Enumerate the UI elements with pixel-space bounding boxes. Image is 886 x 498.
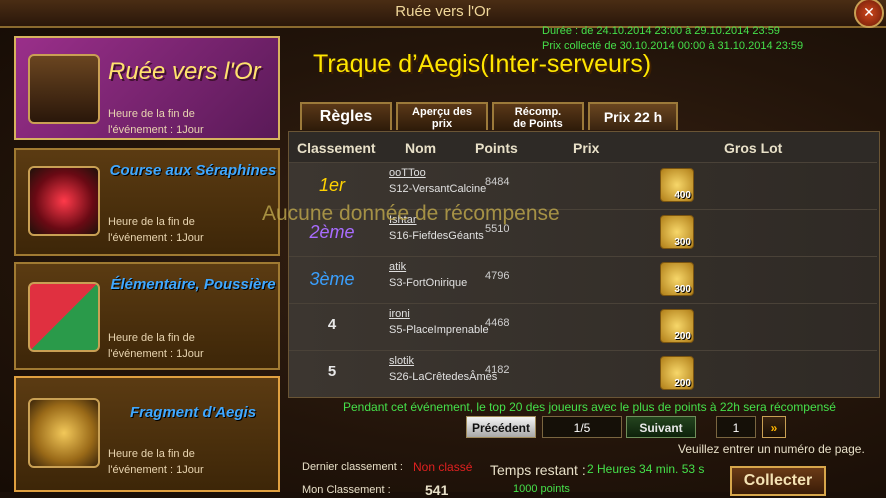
- aegis-shield-icon: [28, 398, 100, 468]
- sidebar-item-sub: Heure de la fin de: [108, 448, 195, 460]
- tab-prix-22h[interactable]: Prix 22 h: [588, 102, 678, 130]
- sidebar-item-title: Ruée vers l'Or: [108, 58, 261, 85]
- page-input-hint: Veuillez entrer un numéro de page.: [678, 442, 865, 456]
- player-points: 4796: [485, 270, 510, 282]
- player-server: S26-LaCrêtedesÂmes: [389, 371, 498, 383]
- sidebar-item-title: Élémentaire, Poussière: [110, 276, 276, 293]
- player-name-link[interactable]: slotik: [389, 355, 414, 367]
- tab-regles[interactable]: Règles: [300, 102, 392, 130]
- rank-label: 3ème: [309, 269, 355, 289]
- page-indicator: 1/5: [542, 416, 622, 438]
- prize-amount: 300: [674, 284, 691, 295]
- tab-apercu-des-prix[interactable]: Aperçu des prix: [396, 102, 488, 130]
- prize-amount: 400: [674, 190, 691, 201]
- sidebar-item-course-aux-seraphines[interactable]: Course aux Séraphines Heure de la fin de…: [14, 148, 280, 256]
- prize-amount: 200: [674, 378, 691, 389]
- time-remaining-label: Temps restant :: [490, 462, 586, 478]
- prize-amount: 200: [674, 331, 691, 342]
- player-server: S12-VersantCalcine: [389, 183, 487, 195]
- page-number-input[interactable]: 1: [716, 416, 756, 438]
- window-title: Ruée vers l'Or: [395, 3, 491, 20]
- gold-chest-icon: 400: [660, 168, 694, 202]
- rank-label: 1er: [318, 175, 345, 195]
- column-header: Nom: [405, 140, 437, 156]
- duration-text: Durée : de 24.10.2014 23:00 à 29.10.2014…: [542, 25, 780, 37]
- sidebar-item-elementaire-poussiere[interactable]: Élémentaire, Poussière Heure de la fin d…: [14, 262, 280, 370]
- sidebar-item-sub: l'événement : 1Jour: [108, 232, 204, 244]
- player-name-link[interactable]: atik: [389, 261, 406, 273]
- gold-chest-icon: 200: [660, 309, 694, 343]
- column-header: Gros Lot: [724, 140, 783, 156]
- column-header: Points: [475, 140, 518, 156]
- gold-chest-icon: 300: [660, 215, 694, 249]
- sidebar-item-sub: Heure de la fin de: [108, 332, 195, 344]
- sidebar-item-sub: l'événement : 1Jour: [108, 464, 204, 476]
- player-server: S3-FortOnirique: [389, 277, 468, 289]
- column-header: Classement: [297, 140, 376, 156]
- close-button[interactable]: ✕: [854, 0, 884, 28]
- sidebar-item-ruee-vers-lor[interactable]: Ruée vers l'Or Heure de la fin de l'évén…: [14, 36, 280, 140]
- event-notice: Pendant cet événement, le top 20 des jou…: [343, 400, 836, 414]
- sidebar-item-title: Course aux Séraphines: [109, 162, 277, 179]
- prize-amount: 300: [674, 237, 691, 248]
- sidebar-item-sub: l'événement : 1Jour: [108, 124, 204, 136]
- sidebar-item-title: Fragment d'Aegis: [129, 404, 257, 421]
- go-to-page-button[interactable]: »: [762, 416, 786, 438]
- elemental-gem-icon: [28, 282, 100, 352]
- my-rank-label: Mon Classement :: [302, 484, 391, 496]
- no-reward-message: Aucune donnée de récompense: [262, 202, 560, 225]
- player-name-link[interactable]: ironi: [389, 308, 410, 320]
- rank-label: 4: [327, 316, 337, 333]
- my-points-value: 1000 points: [513, 483, 570, 495]
- gold-chest-icon: 200: [660, 356, 694, 390]
- page-title: Traque d’Aegis(Inter-serveurs): [313, 50, 652, 78]
- tab-recompenses-de-points[interactable]: Récomp. de Points: [492, 102, 584, 130]
- my-rank-value: 541: [425, 482, 449, 498]
- player-name-link[interactable]: ooTToo: [389, 167, 426, 179]
- red-gem-icon: [28, 166, 100, 236]
- table-row: 4 ironi S5-PlaceImprenable 4468 200: [289, 303, 877, 350]
- player-server: S16-FiefdesGéants: [389, 230, 484, 242]
- sidebar-item-sub: l'événement : 1Jour: [108, 348, 204, 360]
- gold-chest-icon: 300: [660, 262, 694, 296]
- event-window: Ruée vers l'Or ✕ Durée : de 24.10.2014 2…: [0, 0, 886, 498]
- player-points: 8484: [485, 176, 510, 188]
- table-row: 5 slotik S26-LaCrêtedesÂmes 4182 200: [289, 350, 877, 397]
- sidebar-item-sub: Heure de la fin de: [108, 108, 195, 120]
- sidebar-item-sub: Heure de la fin de: [108, 216, 195, 228]
- table-row: 3ème atik S3-FortOnirique 4796 300: [289, 256, 877, 303]
- column-header: Prix: [573, 140, 600, 156]
- next-page-button[interactable]: Suivant: [626, 416, 696, 438]
- previous-page-button[interactable]: Précédent: [466, 416, 536, 438]
- time-remaining-value: 2 Heures 34 min. 53 s: [587, 462, 705, 476]
- rank-label: 5: [327, 363, 337, 380]
- last-rank-value: Non classé: [413, 460, 473, 474]
- sidebar-item-fragment-daegis[interactable]: Fragment d'Aegis Heure de la fin de l'év…: [14, 376, 280, 492]
- player-points: 4468: [485, 317, 510, 329]
- last-rank-label: Dernier classement :: [302, 461, 403, 473]
- explorer-portrait-icon: [28, 54, 100, 124]
- player-server: S5-PlaceImprenable: [389, 324, 489, 336]
- player-points: 4182: [485, 364, 510, 376]
